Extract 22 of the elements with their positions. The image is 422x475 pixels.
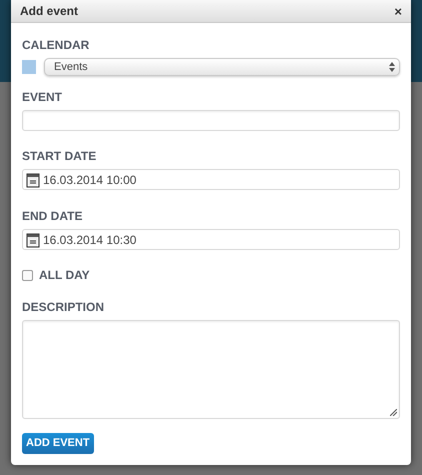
field-label: CALENDAR (22, 38, 90, 52)
calendar-icon (26, 232, 40, 248)
checkbox-label: ALL DAY (39, 268, 90, 282)
field-label: DESCRIPTION (22, 300, 106, 314)
calendar-icon (26, 172, 40, 188)
end-date-input[interactable]: 16.03.2014 10:30 (22, 229, 400, 250)
date-value: 16.03.2014 10:30 (43, 232, 136, 248)
resize-handle-icon (390, 409, 397, 416)
all-day-checkbox[interactable] (22, 270, 33, 280)
dialog-title: Add event (20, 3, 78, 20)
start-date-input[interactable]: 16.03.2014 10:00 (22, 169, 400, 190)
add-event-button[interactable]: ADD EVENT (22, 433, 94, 454)
select-value: Events (54, 60, 89, 75)
select-arrows-icon (389, 62, 395, 72)
close-button[interactable]: × (394, 4, 402, 18)
field-label: START DATE (22, 149, 98, 163)
event-input[interactable] (22, 110, 400, 131)
description-textarea[interactable] (22, 320, 400, 419)
calendar-select[interactable]: Events (44, 58, 400, 76)
date-value: 16.03.2014 10:00 (43, 172, 136, 188)
field-label: EVENT (22, 90, 64, 104)
field-label: END DATE (22, 209, 84, 223)
